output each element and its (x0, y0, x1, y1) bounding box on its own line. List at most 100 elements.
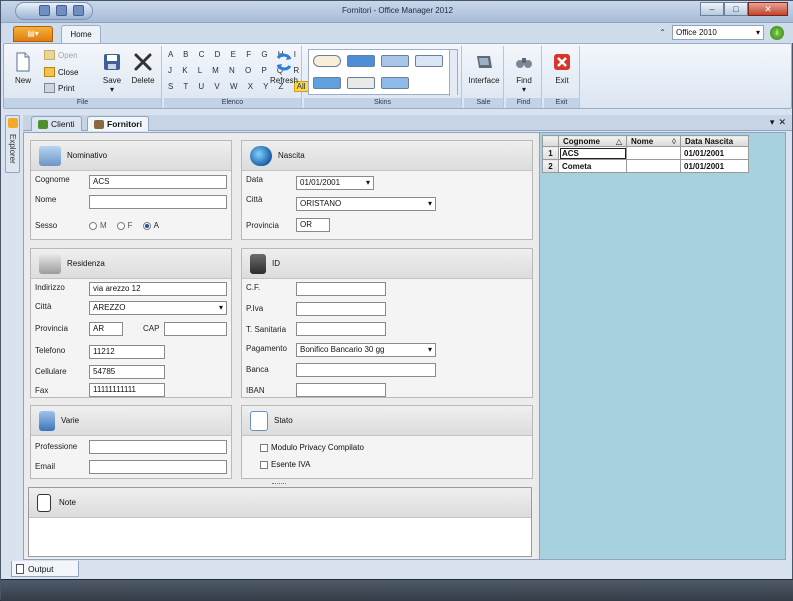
collapse-ribbon-icon[interactable]: ⌃ (659, 28, 666, 37)
iban-field[interactable] (296, 383, 386, 397)
cell-cognome[interactable]: ACS (558, 146, 627, 160)
esente-iva-checkbox-label: Esente IVA (271, 460, 311, 469)
column-header-nome[interactable]: Nome ◊ (626, 135, 681, 147)
print-button[interactable]: Print (44, 83, 74, 93)
nome-field[interactable] (89, 195, 227, 209)
provincia-field[interactable]: AR (89, 322, 123, 336)
radio-circle[interactable] (116, 221, 125, 230)
row-number[interactable]: 1 (542, 146, 559, 160)
group-label-find: Find (506, 98, 541, 108)
skin-option[interactable] (381, 55, 409, 67)
cellulare-field[interactable]: 54785 (89, 365, 165, 379)
column-header-cognome[interactable]: Cognome △ (558, 135, 627, 147)
cf-field[interactable] (296, 282, 386, 296)
find-dropdown-icon[interactable]: ▾ (508, 85, 540, 94)
cognome-field[interactable]: ACS (89, 175, 227, 189)
panel-stato: Stato Modulo Privacy Compilato Esente IV… (241, 405, 533, 479)
piva-field[interactable] (296, 302, 386, 316)
tab-menu-icon[interactable]: ▾ (770, 117, 775, 128)
note-textarea[interactable] (29, 518, 531, 556)
interface-button[interactable]: Interface (465, 52, 503, 85)
skins-gallery[interactable] (308, 49, 458, 96)
citta-nascita-select[interactable]: ORISTANO (296, 197, 436, 211)
email-field[interactable] (89, 460, 227, 474)
esente-iva-checkbox-box[interactable] (260, 460, 268, 469)
refresh-button[interactable]: Refresh (268, 52, 300, 85)
output-label: Output (28, 563, 54, 574)
column-header-data-nascita[interactable]: Data Nascita (680, 135, 749, 147)
window-title: Fornitori - Office Manager 2012 (341, 6, 453, 15)
citta-select[interactable]: AREZZO (89, 301, 227, 315)
panel-stato-title: Stato (274, 416, 293, 425)
find-button[interactable]: Find ▾ (508, 52, 540, 94)
document-content: Nominativo Cognome ACS Nome Sesso M F A … (23, 132, 786, 560)
info-icon[interactable]: i (770, 25, 784, 40)
panel-id-header: ID (242, 249, 532, 279)
refresh-icon (276, 53, 292, 71)
tab-clienti[interactable]: Clienti (31, 116, 82, 131)
piva-label: P.Iva (246, 304, 264, 313)
tab-home[interactable]: Home (61, 25, 101, 43)
sesso-radio-group: M F A (89, 221, 169, 230)
open-button[interactable]: Open (44, 50, 78, 60)
row-number[interactable]: 2 (542, 159, 559, 173)
data-nascita-picker[interactable]: 01/01/2001 (296, 176, 374, 190)
pagamento-select[interactable]: Bonifico Bancario 30 gg (296, 343, 436, 357)
sesso-radio-a[interactable]: A (142, 221, 159, 230)
sesso-radio-f[interactable]: F (116, 221, 133, 230)
fax-field[interactable]: 11111111111 (89, 383, 165, 397)
cell-data-nascita[interactable]: 01/01/2001 (680, 159, 749, 173)
table-row[interactable]: 1 ACS 01/01/2001 (542, 146, 749, 160)
skins-scrollbar[interactable] (449, 50, 457, 96)
esente-iva-checkbox[interactable]: Esente IVA (260, 460, 310, 469)
splitter-handle[interactable] (272, 483, 286, 485)
explorer-pane-tab[interactable]: Explorer (5, 115, 20, 173)
skin-option[interactable] (347, 55, 375, 67)
group-label-exit: Exit (544, 98, 579, 108)
tab-fornitori[interactable]: Fornitori (87, 116, 149, 131)
banca-field[interactable] (296, 363, 436, 377)
cell-nome[interactable] (626, 146, 681, 160)
privacy-checkbox[interactable]: Modulo Privacy Compilato (260, 443, 364, 452)
minimize-button[interactable]: – (700, 2, 724, 16)
cell-cognome[interactable]: Cometa (558, 159, 627, 173)
privacy-checkbox-box[interactable] (260, 443, 268, 452)
telefono-field[interactable]: 11212 (89, 345, 165, 359)
table-row[interactable]: 2 Cometa 01/01/2001 (542, 159, 749, 173)
skin-option[interactable] (415, 55, 443, 67)
skin-option[interactable] (381, 77, 409, 89)
save-label: Save (102, 76, 122, 85)
sesso-radio-m[interactable]: M (89, 221, 107, 230)
skin-option[interactable] (313, 77, 341, 89)
save-button[interactable]: Save ▾ (98, 52, 126, 94)
exit-button[interactable]: Exit (546, 52, 578, 85)
new-button[interactable]: New (8, 52, 38, 85)
indirizzo-field[interactable]: via arezzo 12 (89, 282, 227, 296)
row-header-corner[interactable] (542, 135, 559, 147)
radio-circle[interactable] (89, 221, 97, 230)
professione-field[interactable] (89, 440, 227, 454)
tsanitaria-field[interactable] (296, 322, 386, 336)
panel-nominativo-header: Nominativo (31, 141, 231, 171)
close-document-icon[interactable]: ✕ (778, 117, 786, 128)
pin-icon[interactable] (8, 118, 18, 128)
delete-button[interactable]: Delete (128, 52, 158, 85)
save-dropdown-icon[interactable]: ▾ (98, 85, 126, 94)
close-button[interactable]: Close (44, 67, 78, 77)
file-menu-tab[interactable]: ▤▾ (13, 26, 53, 42)
maximize-button[interactable]: □ (724, 2, 748, 16)
document-tabs: Clienti Fornitori ▾ ✕ (23, 115, 792, 131)
panel-stato-header: Stato (242, 406, 532, 436)
provincia-nascita-field[interactable]: OR (296, 218, 330, 232)
cell-nome[interactable] (626, 159, 681, 173)
theme-dropdown[interactable]: Office 2010 (672, 25, 764, 40)
radio-circle-selected[interactable] (142, 221, 151, 230)
skin-option[interactable] (347, 77, 375, 89)
cell-data-nascita[interactable]: 01/01/2001 (680, 146, 749, 160)
provincia-nascita-label: Provincia (246, 221, 279, 230)
close-window-button[interactable]: ✕ (748, 2, 788, 16)
output-panel-tab[interactable]: Output (11, 561, 79, 577)
skin-option[interactable] (313, 55, 341, 67)
nome-label: Nome (35, 195, 57, 204)
cap-field[interactable] (164, 322, 227, 336)
